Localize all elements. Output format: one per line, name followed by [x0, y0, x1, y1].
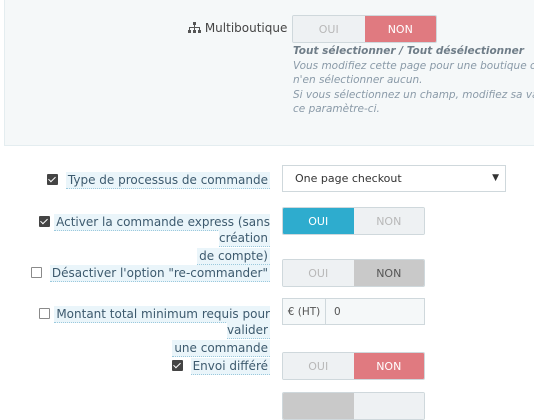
multiboutique-label: Multiboutique — [188, 21, 287, 35]
multiboutique-oui-option[interactable]: OUI — [293, 16, 365, 42]
dropdown-arrow-icon: ▼ — [492, 173, 499, 183]
min-total-label-line2: une commande — [172, 340, 270, 357]
express-label-line1: Activer la commande express (sans créati… — [54, 214, 270, 247]
reorder-row-label: Désactiver l'option "re-commander" — [31, 265, 270, 282]
deferred-non-option[interactable]: NON — [353, 353, 424, 379]
reorder-checkbox[interactable] — [31, 267, 43, 278]
help-line-2: n'en sélectionner aucun. — [293, 74, 423, 86]
currency-addon: € (HT) — [283, 299, 326, 324]
min-total-input-group: € (HT) 0 — [282, 298, 425, 325]
help-title[interactable]: Tout sélectionner / Tout désélectionner — [293, 45, 524, 57]
process-type-row-label: Type de processus de commande — [47, 172, 270, 189]
express-oui-option[interactable]: OUI — [283, 208, 354, 234]
help-line-4: ce paramètre-ci. — [293, 103, 380, 115]
deferred-toggle[interactable]: OUI NON — [282, 352, 425, 380]
express-non-option[interactable]: NON — [353, 208, 424, 234]
min-total-label-line1: Montant total minimum requis pour valide… — [54, 306, 270, 339]
reorder-oui-option[interactable]: OUI — [283, 260, 354, 286]
express-toggle[interactable]: OUI NON — [282, 207, 425, 235]
min-total-input[interactable]: 0 — [326, 299, 424, 324]
sitemap-icon — [188, 22, 201, 33]
deferred-label: Envoi différé — [190, 358, 270, 375]
process-type-value: One page checkout — [295, 172, 402, 185]
process-type-label: Type de processus de commande — [65, 172, 270, 189]
next-toggle-partial[interactable] — [282, 392, 425, 420]
express-label-line2: de compte) — [197, 248, 270, 265]
multiboutique-text: Multiboutique — [204, 21, 288, 35]
reorder-toggle[interactable]: OUI NON — [282, 259, 425, 287]
min-total-checkbox[interactable] — [39, 308, 51, 319]
process-type-checkbox[interactable] — [47, 174, 59, 185]
deferred-row-label: Envoi différé — [171, 358, 270, 375]
min-total-row-label: Montant total minimum requis pour valide… — [0, 306, 270, 357]
deferred-oui-option[interactable]: OUI — [283, 353, 354, 379]
help-line-1: Vous modifiez cette page pour une boutiq… — [293, 59, 534, 72]
multiboutique-help: Tout sélectionner / Tout désélectionner … — [293, 44, 534, 117]
multiboutique-non-option[interactable]: NON — [364, 16, 436, 42]
reorder-label: Désactiver l'option "re-commander" — [49, 265, 270, 282]
multiboutique-toggle[interactable]: OUI NON — [292, 15, 437, 43]
deferred-checkbox[interactable] — [171, 360, 183, 371]
help-line-3: Si vous sélectionnez un champ, modifiez … — [293, 88, 534, 101]
reorder-non-option[interactable]: NON — [353, 260, 424, 286]
process-type-select[interactable]: One page checkout ▼ — [282, 165, 506, 192]
express-checkbox[interactable] — [39, 216, 51, 227]
express-row-label: Activer la commande express (sans créati… — [0, 214, 270, 265]
